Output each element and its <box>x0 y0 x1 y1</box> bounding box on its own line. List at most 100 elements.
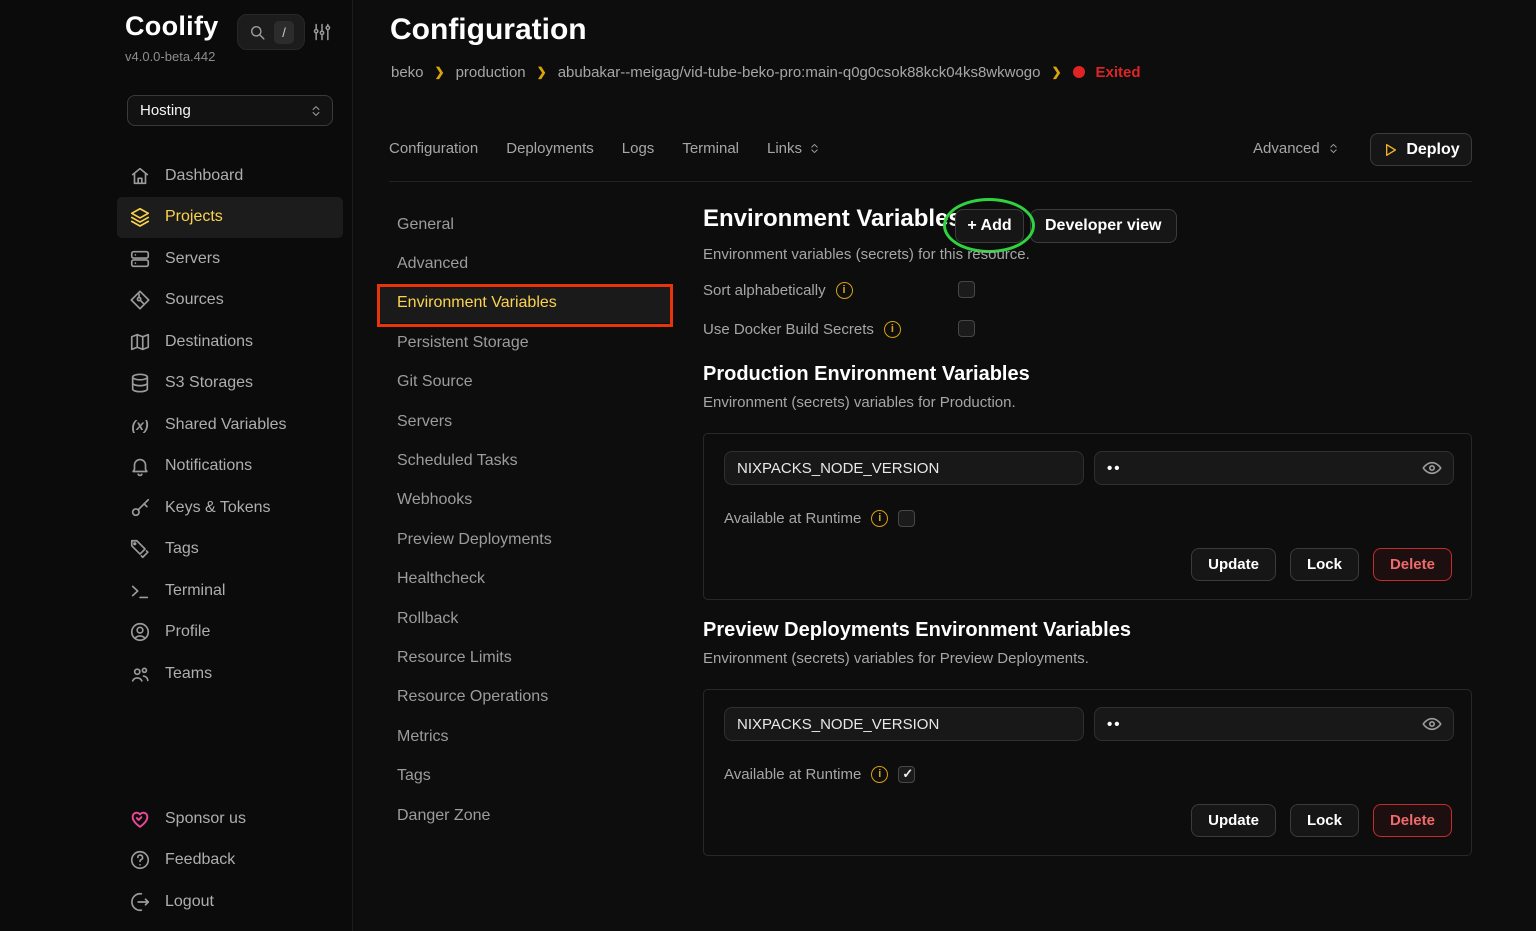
available-at-runtime-label: Available at Runtime <box>724 510 861 527</box>
sidebar-item-dashboard[interactable]: Dashboard <box>117 155 343 197</box>
preview-section-subtitle: Environment (secrets) variables for Prev… <box>703 650 1089 667</box>
update-button[interactable]: Update <box>1191 804 1276 837</box>
subnav-item-environment-variables[interactable]: Environment Variables <box>377 284 673 323</box>
masked-value: •• <box>1107 460 1122 477</box>
sidebar-item-s3-storages[interactable]: S3 Storages <box>117 363 343 405</box>
subnav-item-advanced[interactable]: Advanced <box>377 244 673 283</box>
sidebar-item-logout[interactable]: Logout <box>117 881 343 923</box>
sort-alphabetically-checkbox[interactable] <box>958 281 975 298</box>
sidebar-item-sources[interactable]: Sources <box>117 280 343 322</box>
update-button[interactable]: Update <box>1191 548 1276 581</box>
breadcrumb-resource[interactable]: abubakar--meigag/vid-tube-beko-pro:main-… <box>558 64 1041 81</box>
tab-configuration[interactable]: Configuration <box>389 140 478 157</box>
sidebar-item-label: Logout <box>165 893 214 911</box>
docker-build-secrets-row: Use Docker Build Secrets <box>703 319 901 339</box>
sidebar-item-sponsor-us[interactable]: Sponsor us <box>117 798 343 840</box>
search-icon <box>248 23 267 42</box>
info-icon[interactable] <box>884 321 901 338</box>
sidebar-item-profile[interactable]: Profile <box>117 612 343 654</box>
preview-env-card: NIXPACKS_NODE_VERSION •• Available at Ru… <box>703 689 1472 856</box>
available-at-runtime-row: Available at Runtime <box>724 508 915 528</box>
sidebar-item-shared-variables[interactable]: (x) Shared Variables <box>117 404 343 446</box>
subnav-item-persistent-storage[interactable]: Persistent Storage <box>377 323 673 362</box>
breadcrumb: beko ❯ production ❯ abubakar--meigag/vid… <box>391 62 1141 82</box>
tab-links[interactable]: Links <box>767 140 821 157</box>
tab-terminal[interactable]: Terminal <box>682 140 739 157</box>
subnav-item-tags[interactable]: Tags <box>377 756 673 795</box>
info-icon[interactable] <box>871 766 888 783</box>
sidebar-item-terminal[interactable]: Terminal <box>117 570 343 612</box>
env-name-input[interactable]: NIXPACKS_NODE_VERSION <box>724 451 1084 485</box>
developer-view-button[interactable]: Developer view <box>1030 209 1177 243</box>
status-badge: Exited <box>1096 64 1141 81</box>
sidebar-item-destinations[interactable]: Destinations <box>117 321 343 363</box>
database-icon <box>129 372 151 394</box>
lock-button[interactable]: Lock <box>1290 548 1359 581</box>
subnav-item-webhooks[interactable]: Webhooks <box>377 481 673 520</box>
subnav-item-danger-zone[interactable]: Danger Zone <box>377 796 673 835</box>
chevron-right-icon: ❯ <box>1051 65 1061 79</box>
delete-button[interactable]: Delete <box>1373 804 1452 837</box>
git-source-icon <box>129 289 151 311</box>
advanced-label: Advanced <box>1253 140 1320 157</box>
tags-icon <box>129 538 151 560</box>
subnav-item-healthcheck[interactable]: Healthcheck <box>377 560 673 599</box>
card-buttons: Update Lock Delete <box>1191 548 1452 581</box>
delete-button[interactable]: Delete <box>1373 548 1452 581</box>
available-at-runtime-checkbox[interactable] <box>898 510 915 527</box>
info-icon[interactable] <box>836 282 853 299</box>
breadcrumb-project[interactable]: beko <box>391 64 424 81</box>
sidebar-item-notifications[interactable]: Notifications <box>117 446 343 488</box>
logout-icon <box>129 891 151 913</box>
available-at-runtime-checkbox[interactable] <box>898 766 915 783</box>
lock-button[interactable]: Lock <box>1290 804 1359 837</box>
sort-alphabetically-label: Sort alphabetically <box>703 282 826 299</box>
tab-deployments[interactable]: Deployments <box>506 140 594 157</box>
subnav-item-metrics[interactable]: Metrics <box>377 717 673 756</box>
bell-icon <box>129 455 151 477</box>
subnav-item-servers[interactable]: Servers <box>377 402 673 441</box>
heart-icon <box>129 808 151 830</box>
subnav-item-scheduled-tasks[interactable]: Scheduled Tasks <box>377 441 673 480</box>
add-button[interactable]: + Add <box>955 209 1024 243</box>
sidebar-item-teams[interactable]: Teams <box>117 653 343 695</box>
key-icon <box>129 497 151 519</box>
sidebar-item-servers[interactable]: Servers <box>117 238 343 280</box>
advanced-dropdown[interactable]: Advanced <box>1253 140 1340 157</box>
settings-sliders-icon[interactable] <box>312 21 332 43</box>
sidebar-item-projects[interactable]: Projects <box>117 197 343 239</box>
breadcrumb-environment[interactable]: production <box>456 64 526 81</box>
env-value-input[interactable]: •• <box>1094 707 1454 741</box>
docker-build-secrets-checkbox[interactable] <box>958 320 975 337</box>
sidebar-item-feedback[interactable]: Feedback <box>117 840 343 882</box>
sidebar-item-label: Destinations <box>165 333 253 351</box>
subnav-item-rollback[interactable]: Rollback <box>377 599 673 638</box>
subnav-item-preview-deployments[interactable]: Preview Deployments <box>377 520 673 559</box>
chevron-up-down-icon <box>808 142 821 155</box>
sidebar-item-label: Terminal <box>165 582 225 600</box>
chevron-up-down-icon <box>1327 142 1340 155</box>
env-name-input[interactable]: NIXPACKS_NODE_VERSION <box>724 707 1084 741</box>
sidebar-item-label: Notifications <box>165 457 252 475</box>
info-icon[interactable] <box>871 510 888 527</box>
users-icon <box>129 663 151 685</box>
search-button[interactable]: / <box>237 14 305 50</box>
preview-section-title: Preview Deployments Environment Variable… <box>703 619 1131 642</box>
server-icon <box>129 248 151 270</box>
env-value-input[interactable]: •• <box>1094 451 1454 485</box>
map-icon <box>129 331 151 353</box>
eye-icon[interactable] <box>1421 713 1443 735</box>
eye-icon[interactable] <box>1421 457 1443 479</box>
subnav-item-resource-operations[interactable]: Resource Operations <box>377 678 673 717</box>
tab-logs[interactable]: Logs <box>622 140 655 157</box>
sidebar-item-tags[interactable]: Tags <box>117 529 343 571</box>
subnav-item-general[interactable]: General <box>377 205 673 244</box>
home-icon <box>129 165 151 187</box>
sidebar-item-label: Sponsor us <box>165 810 246 828</box>
sidebar-item-keys-tokens[interactable]: Keys & Tokens <box>117 487 343 529</box>
subnav-item-resource-limits[interactable]: Resource Limits <box>377 638 673 677</box>
deploy-button[interactable]: Deploy <box>1370 133 1472 166</box>
subnav-item-git-source[interactable]: Git Source <box>377 363 673 402</box>
team-select[interactable]: Hosting <box>127 95 333 126</box>
sidebar-item-label: Keys & Tokens <box>165 499 271 517</box>
